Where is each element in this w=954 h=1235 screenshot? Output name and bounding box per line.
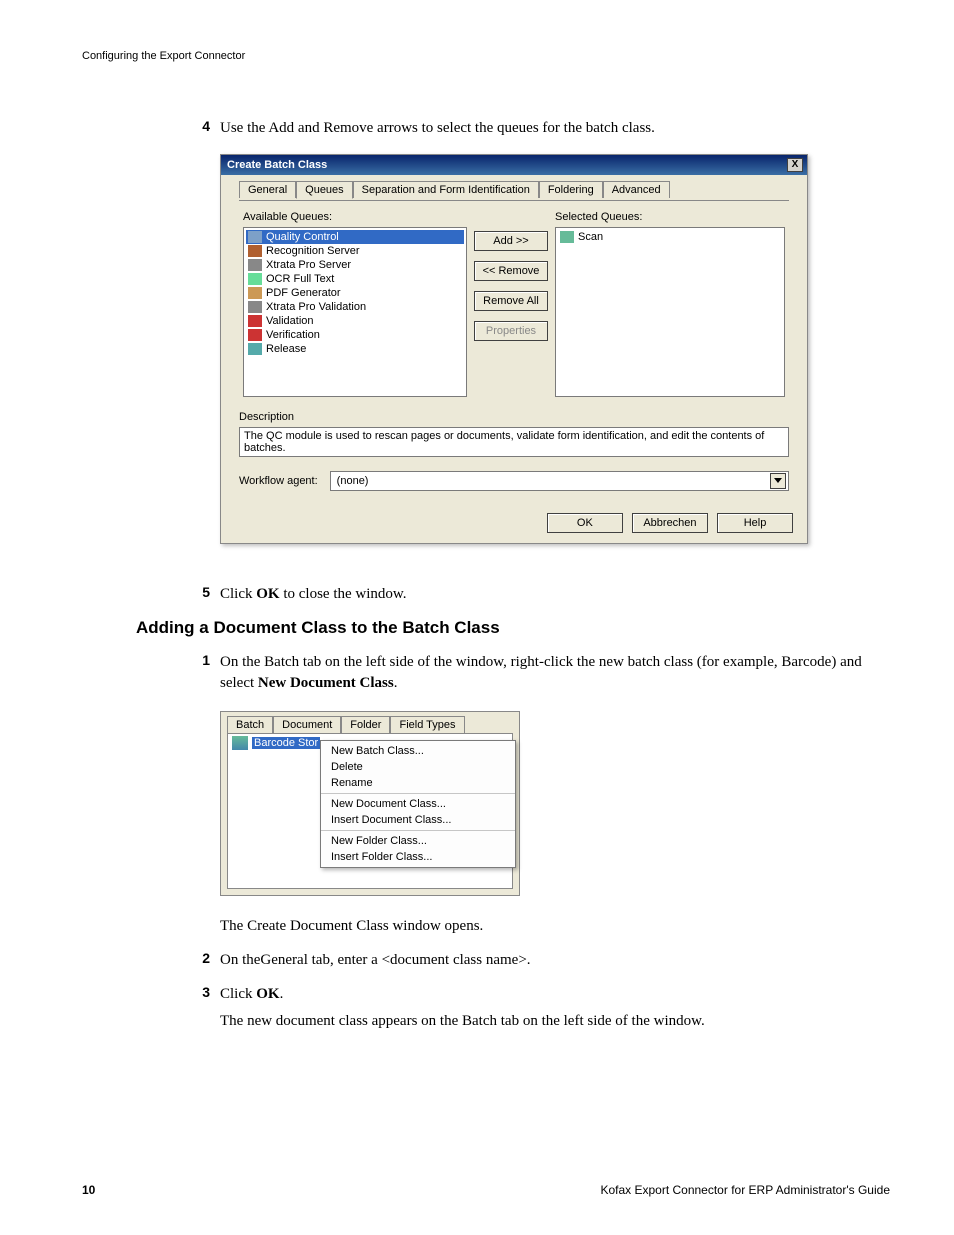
list-item[interactable]: PDF Generator <box>246 286 464 300</box>
queue-icon <box>248 273 262 285</box>
list-item[interactable]: OCR Full Text <box>246 272 464 286</box>
step-text: Click OK. The new document class appears… <box>220 984 872 1034</box>
step-number: 4 <box>192 118 220 140</box>
menu-item-new-document-class[interactable]: New Document Class... <box>321 796 515 812</box>
panel-tabs: Batch Document Folder Field Types <box>221 712 519 733</box>
dialog-titlebar: Create Batch Class X <box>221 155 807 175</box>
queue-icon <box>248 343 262 355</box>
dialog-tabs: General Queues Separation and Form Ident… <box>239 181 789 198</box>
queue-icon <box>248 245 262 257</box>
queue-icon <box>248 259 262 271</box>
step-text: Click OK to close the window. <box>220 584 872 606</box>
list-item[interactable]: Validation <box>246 314 464 328</box>
workflow-agent-value: (none) <box>337 475 369 487</box>
queue-icon <box>248 231 262 243</box>
list-item[interactable]: Release <box>246 342 464 356</box>
description-field[interactable]: The QC module is used to rescan pages or… <box>239 427 789 457</box>
close-icon[interactable]: X <box>787 158 803 172</box>
selected-queues-list[interactable]: Scan <box>555 227 785 397</box>
chevron-down-icon[interactable] <box>770 473 786 489</box>
queue-icon <box>248 315 262 327</box>
tab-general[interactable]: General <box>239 181 296 198</box>
step-1: 1 On the Batch tab on the left side of t… <box>192 652 872 696</box>
available-queues-list[interactable]: Quality Control Recognition Server Xtrat… <box>243 227 467 397</box>
step-text: On theGeneral tab, enter a <document cla… <box>220 950 872 972</box>
list-item[interactable]: Scan <box>558 230 782 244</box>
body-paragraph: The Create Document Class window opens. <box>220 916 872 938</box>
workflow-agent-label: Workflow agent: <box>239 475 318 487</box>
queue-icon <box>248 301 262 313</box>
step-5: 5 Click OK to close the window. <box>192 584 872 606</box>
remove-all-button[interactable]: Remove All <box>474 291 548 311</box>
tab-separation[interactable]: Separation and Form Identification <box>353 181 539 198</box>
step-2: 2 On theGeneral tab, enter a <document c… <box>192 950 872 972</box>
step-followup: The new document class appears on the Ba… <box>220 1011 872 1033</box>
ok-button[interactable]: OK <box>547 513 623 533</box>
cancel-button[interactable]: Abbrechen <box>632 513 708 533</box>
tab-batch[interactable]: Batch <box>227 716 273 734</box>
menu-item-insert-folder-class[interactable]: Insert Folder Class... <box>321 849 515 865</box>
step-4: 4 Use the Add and Remove arrows to selec… <box>192 118 872 140</box>
selected-queues-label: Selected Queues: <box>555 211 785 223</box>
step-3: 3 Click OK. The new document class appea… <box>192 984 872 1034</box>
page-number: 10 <box>82 1183 95 1197</box>
menu-item-rename[interactable]: Rename <box>321 775 515 791</box>
queue-icon <box>248 287 262 299</box>
dialog-title: Create Batch Class <box>227 159 327 171</box>
description-label: Description <box>239 411 789 423</box>
tab-document[interactable]: Document <box>273 716 341 733</box>
list-item[interactable]: Xtrata Pro Validation <box>246 300 464 314</box>
step-number: 1 <box>192 652 220 696</box>
tab-advanced[interactable]: Advanced <box>603 181 670 198</box>
queue-icon <box>248 329 262 341</box>
help-button[interactable]: Help <box>717 513 793 533</box>
tab-folder[interactable]: Folder <box>341 716 390 733</box>
step-number: 3 <box>192 984 220 1034</box>
tree-item-label: Barcode Stor <box>252 737 320 749</box>
step-text: Use the Add and Remove arrows to select … <box>220 118 872 140</box>
properties-button[interactable]: Properties <box>474 321 548 341</box>
menu-item-new-folder-class[interactable]: New Folder Class... <box>321 833 515 849</box>
list-item[interactable]: Quality Control <box>246 230 464 244</box>
tab-field-types[interactable]: Field Types <box>390 716 464 733</box>
menu-item-insert-document-class[interactable]: Insert Document Class... <box>321 812 515 828</box>
step-number: 5 <box>192 584 220 606</box>
tab-queues[interactable]: Queues <box>296 181 353 199</box>
queue-icon <box>560 231 574 243</box>
create-batch-class-dialog: Create Batch Class X General Queues Sepa… <box>220 154 808 544</box>
section-heading: Adding a Document Class to the Batch Cla… <box>136 618 872 638</box>
breadcrumb: Configuring the Export Connector <box>82 50 872 62</box>
batch-tab-panel: Batch Document Folder Field Types Barcod… <box>220 711 520 896</box>
batch-class-icon <box>232 736 248 750</box>
doc-title: Kofax Export Connector for ERP Administr… <box>600 1183 890 1197</box>
workflow-agent-combo[interactable]: (none) <box>330 471 789 491</box>
context-menu: New Batch Class... Delete Rename New Doc… <box>320 740 516 868</box>
list-item[interactable]: Verification <box>246 328 464 342</box>
available-queues-label: Available Queues: <box>243 211 467 223</box>
page-footer: 10 Kofax Export Connector for ERP Admini… <box>82 1183 890 1197</box>
step-number: 2 <box>192 950 220 972</box>
list-item[interactable]: Xtrata Pro Server <box>246 258 464 272</box>
remove-button[interactable]: << Remove <box>474 261 548 281</box>
menu-item-delete[interactable]: Delete <box>321 759 515 775</box>
menu-item-new-batch-class[interactable]: New Batch Class... <box>321 743 515 759</box>
add-button[interactable]: Add >> <box>474 231 548 251</box>
tab-foldering[interactable]: Foldering <box>539 181 603 198</box>
list-item[interactable]: Recognition Server <box>246 244 464 258</box>
step-text: On the Batch tab on the left side of the… <box>220 652 872 696</box>
